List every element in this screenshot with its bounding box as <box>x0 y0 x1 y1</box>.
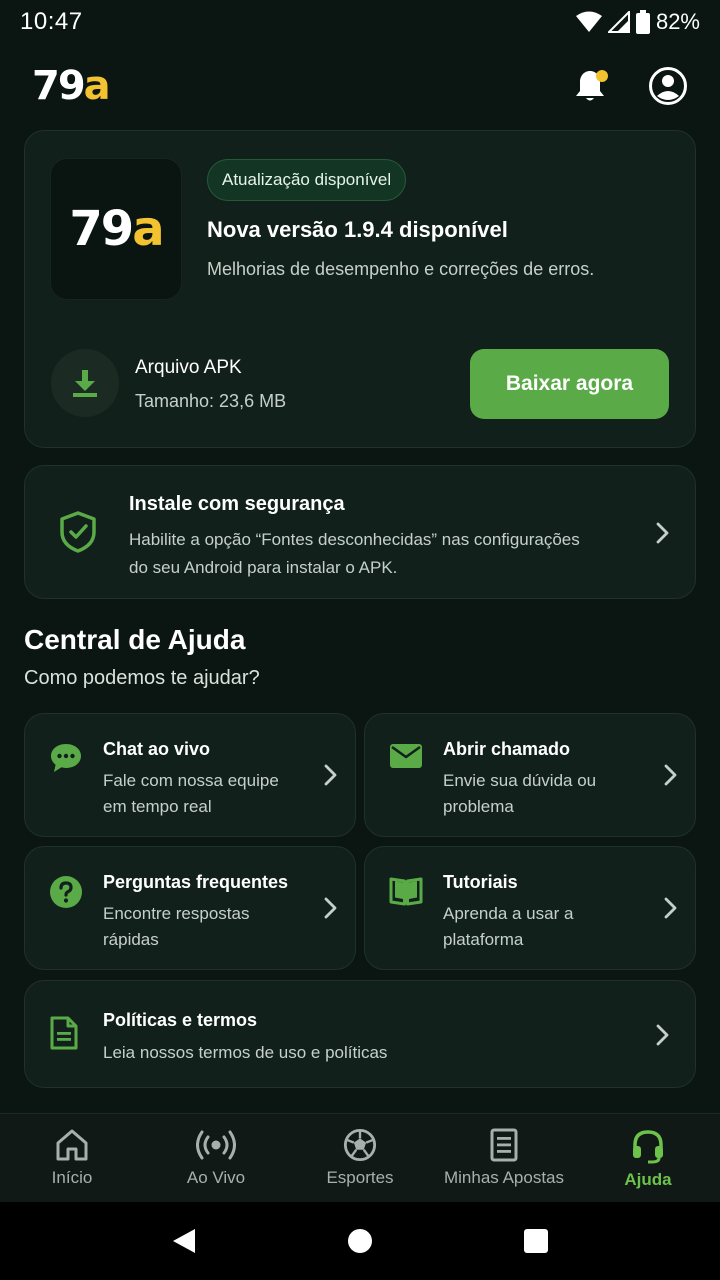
chevron-right-icon <box>656 1024 669 1046</box>
cell-signal-icon <box>607 11 630 33</box>
faq-tile[interactable]: Perguntas frequentes Encontre respostas … <box>24 846 356 970</box>
app-thumbnail: 79a <box>51 159 181 299</box>
policies-description: Leia nossos termos de uso e políticas <box>103 1043 388 1062</box>
user-circle-icon <box>649 67 687 105</box>
status-time: 10:47 <box>20 8 83 35</box>
home-icon <box>56 1129 88 1161</box>
nav-label-inicio: Início <box>51 1168 93 1187</box>
app-logo[interactable]: 79a <box>32 63 111 109</box>
open-ticket-tile[interactable]: Abrir chamado Envie sua dúvida ou proble… <box>364 713 696 837</box>
policies-card[interactable]: Políticas e termos Leia nossos termos de… <box>24 980 696 1088</box>
install-safely-card[interactable]: Instale com segurança Habilite a opção “… <box>24 465 696 599</box>
open-ticket-description: Envie sua dúvida ou problema <box>443 771 597 816</box>
help-center-subtitle: Como podemos te ajudar? <box>24 667 260 689</box>
nav-item-ajuda[interactable]: Ajuda <box>576 1114 720 1202</box>
apk-file-size: Tamanho: 23,6 MB <box>135 391 287 411</box>
bottom-navigation: Início Ao Vivo Esportes Minhas Apostas A… <box>0 1113 720 1202</box>
envelope-icon <box>390 744 422 768</box>
nav-label-esportes: Esportes <box>326 1168 394 1187</box>
tutorials-tile[interactable]: Tutoriais Aprenda a usar a plataforma <box>364 846 696 970</box>
download-icon <box>73 370 97 397</box>
shield-check-icon <box>60 511 96 553</box>
nav-label-minhas-apostas: Minhas Apostas <box>443 1168 564 1187</box>
profile-button[interactable] <box>648 66 688 106</box>
notification-dot <box>596 70 608 82</box>
soccer-ball-icon <box>343 1128 377 1162</box>
faq-description: Encontre respostas rápidas <box>103 904 250 949</box>
nav-item-minhas-apostas[interactable]: Minhas Apostas <box>432 1114 576 1202</box>
battery-icon <box>635 10 650 34</box>
apk-download-icon-wrap <box>51 349 119 417</box>
logo-letter: a <box>83 63 111 109</box>
update-available-badge: Atualização disponível <box>207 159 407 201</box>
home-circle-icon[interactable] <box>347 1228 373 1254</box>
open-book-icon <box>389 877 423 906</box>
header-actions <box>570 66 688 106</box>
chat-bubble-icon <box>51 744 81 772</box>
nav-item-ao-vivo[interactable]: Ao Vivo <box>144 1114 288 1202</box>
chevron-right-icon <box>656 522 669 544</box>
chevron-right-icon <box>664 897 677 919</box>
chevron-right-icon <box>664 764 677 786</box>
android-system-nav <box>0 1202 720 1280</box>
tutorials-description: Aprenda a usar a plataforma <box>443 904 574 949</box>
nav-label-ao-vivo: Ao Vivo <box>186 1168 246 1187</box>
bet-slip-icon <box>490 1128 518 1162</box>
live-chat-tile[interactable]: Chat ao vivo Fale com nossa equipe em te… <box>24 713 356 837</box>
thumb-logo-number: 79 <box>69 201 134 257</box>
policies-title: Políticas e termos <box>103 1010 258 1030</box>
document-icon <box>50 1016 78 1050</box>
tutorials-title: Tutoriais <box>443 872 518 892</box>
install-safely-description: Habilite a opção “Fontes desconhecidas” … <box>129 530 580 577</box>
chevron-right-icon <box>324 897 337 919</box>
update-card: 79a Atualização disponível Nova versão 1… <box>24 130 696 448</box>
install-safely-title: Instale com segurança <box>129 493 345 515</box>
live-chat-description: Fale com nossa equipe em tempo real <box>103 771 279 816</box>
notifications-button[interactable] <box>570 66 610 106</box>
headset-icon <box>633 1130 663 1164</box>
apk-file-label: Arquivo APK <box>135 357 242 378</box>
app-header: 79a <box>0 58 720 114</box>
download-now-button[interactable]: Baixar agora <box>470 349 669 419</box>
live-chat-title: Chat ao vivo <box>103 739 211 759</box>
logo-number: 79 <box>32 63 86 109</box>
help-center-title: Central de Ajuda <box>24 624 246 655</box>
status-bar: 10:47 82% <box>0 0 720 44</box>
status-icons: 82% <box>575 9 700 35</box>
update-description: Melhorias de desempenho e correções de e… <box>207 259 595 279</box>
live-broadcast-icon <box>196 1130 236 1160</box>
open-ticket-title: Abrir chamado <box>443 739 571 759</box>
battery-percent: 82% <box>655 9 700 34</box>
chevron-right-icon <box>324 764 337 786</box>
back-triangle-icon[interactable] <box>171 1227 197 1255</box>
nav-label-ajuda: Ajuda <box>624 1170 672 1189</box>
update-title: Nova versão 1.9.4 disponível <box>207 217 508 242</box>
wifi-icon <box>575 11 602 32</box>
thumb-logo-letter: a <box>132 201 164 257</box>
nav-item-esportes[interactable]: Esportes <box>288 1114 432 1202</box>
question-circle-icon <box>50 876 82 908</box>
faq-title: Perguntas frequentes <box>103 872 289 892</box>
recents-square-icon[interactable] <box>523 1228 549 1254</box>
nav-item-inicio[interactable]: Início <box>0 1114 144 1202</box>
